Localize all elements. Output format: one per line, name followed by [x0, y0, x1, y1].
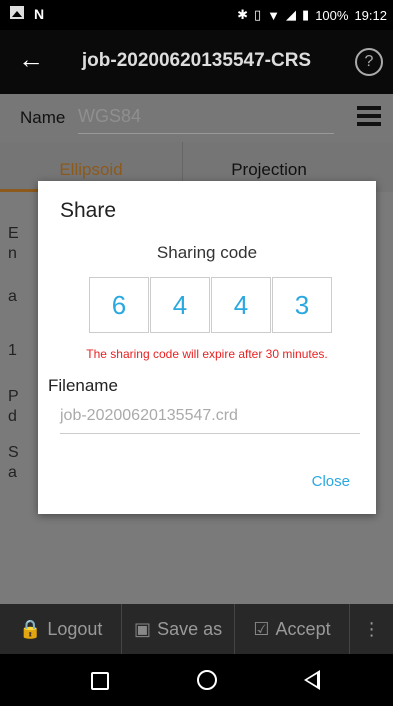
bg-text-fragment: E	[8, 225, 19, 242]
bg-text-fragment: a	[8, 464, 17, 481]
save-as-label: Save as	[157, 618, 223, 639]
bg-text-fragment: d	[8, 408, 17, 425]
battery-percent: 100%	[315, 7, 349, 23]
filename-label: Filename	[48, 376, 118, 395]
sharing-code: 6 4 4 3	[89, 277, 333, 333]
recents-icon[interactable]	[91, 672, 109, 690]
app-bar: ← job-20200620135547-CRS ?	[0, 30, 393, 94]
expire-warning: The sharing code will expire after 30 mi…	[86, 347, 328, 361]
nfc-icon: N	[34, 6, 45, 22]
code-digit: 6	[89, 277, 149, 333]
code-digit: 4	[211, 277, 271, 333]
bluetooth-icon: ✱	[237, 7, 249, 22]
share-dialog: Share Sharing code 6 4 4 3 The sharing c…	[38, 181, 376, 514]
list-menu-icon[interactable]	[357, 106, 381, 126]
overflow-menu-button[interactable]: ⋮	[350, 604, 393, 654]
system-nav-bar	[0, 654, 393, 706]
clock: 19:12	[354, 7, 387, 23]
image-notification-icon	[10, 6, 24, 19]
lock-icon: 🔒	[18, 618, 42, 639]
sharing-code-label: Sharing code	[156, 243, 258, 262]
bottom-bar: 🔒 Logout ▣ Save as ☑ Accept ⋮	[0, 604, 393, 654]
name-row: Name WGS84	[0, 94, 393, 142]
dialog-title: Share	[60, 199, 117, 222]
bg-text-fragment: a	[8, 288, 17, 305]
close-button[interactable]: Close	[312, 473, 350, 490]
signal-icon: ◢	[286, 7, 297, 22]
logout-label: Logout	[47, 618, 103, 639]
accept-button[interactable]: ☑ Accept	[235, 604, 351, 654]
status-bar: N ✱ ▯ ▼ ◢ ▮ 100% 19:12	[0, 0, 393, 30]
wifi-icon: ▼	[267, 7, 281, 23]
save-as-button[interactable]: ▣ Save as	[122, 604, 235, 654]
logout-button[interactable]: 🔒 Logout	[0, 604, 123, 654]
bg-text-fragment: S	[8, 444, 19, 461]
bg-text-fragment: P	[8, 388, 19, 405]
help-icon[interactable]: ?	[355, 48, 383, 76]
name-field[interactable]: WGS84	[78, 106, 334, 134]
page-title: job-20200620135547-CRS	[81, 50, 312, 71]
name-label: Name	[20, 108, 66, 127]
home-icon[interactable]	[197, 670, 217, 690]
more-vert-icon: ⋮	[362, 618, 381, 639]
floppy-icon: ▣	[134, 618, 152, 639]
code-digit: 3	[272, 277, 332, 333]
bg-text-fragment: 1	[8, 342, 17, 359]
filename-field[interactable]: job-20200620135547.crd	[60, 407, 360, 434]
nav-back-icon[interactable]	[304, 670, 320, 690]
accept-label: Accept	[275, 618, 331, 639]
bg-text-fragment: n	[8, 245, 17, 262]
checkbox-icon: ☑	[253, 618, 270, 639]
vibrate-icon: ▯	[254, 7, 262, 22]
code-digit: 4	[150, 277, 210, 333]
battery-icon: ▮	[302, 7, 310, 22]
